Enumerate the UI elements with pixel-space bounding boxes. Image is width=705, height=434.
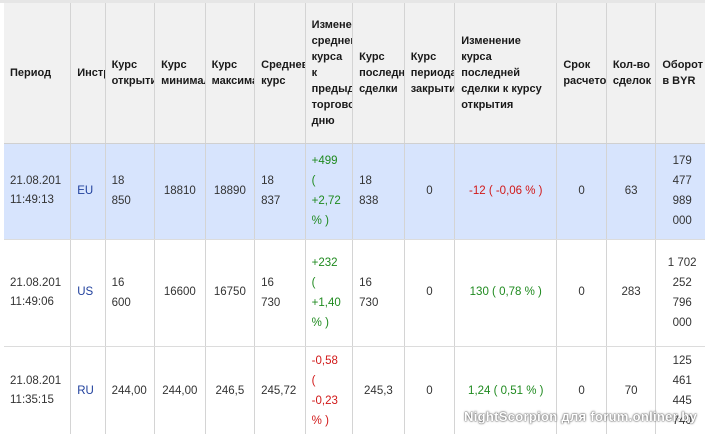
cell-avg-change: -0,58 ( -0,23 % )	[305, 346, 354, 434]
cell-close-rate: 0	[404, 143, 456, 240]
cell-deals-count: 63	[606, 143, 657, 240]
cell-avg-rate: 16 730	[254, 239, 306, 347]
table-header-row: Период Инстр Курс открыти Курс минимал К…	[4, 3, 705, 144]
cell-last-change: 130 ( 0,78 % )	[454, 239, 558, 347]
header-instrument[interactable]: Инстр	[70, 3, 106, 144]
header-last-change[interactable]: Изменение курса последней сделки к курсу…	[454, 3, 558, 144]
cell-open-rate: 244,00	[105, 346, 156, 434]
cell-last-change: -12 ( -0,06 % )	[454, 143, 558, 240]
header-open-rate[interactable]: Курс открыти	[105, 3, 156, 144]
header-deals-count[interactable]: Кол-во сделок	[606, 3, 657, 144]
cell-max-rate: 16750	[205, 239, 256, 347]
cell-min-rate: 18810	[154, 143, 206, 240]
header-close-rate[interactable]: Курс периода закрыти	[404, 3, 456, 144]
cell-close-rate: 0	[404, 239, 456, 347]
header-settlement-term[interactable]: Срок расчетов	[556, 3, 607, 144]
cell-min-rate: 244,00	[154, 346, 206, 434]
cell-turnover: 179 477 989 000	[655, 143, 705, 240]
header-avg-change[interactable]: Изменен средневз курса к предыду торгово…	[305, 3, 354, 144]
cell-open-rate: 18 850	[105, 143, 156, 240]
cell-max-rate: 18890	[205, 143, 256, 240]
cell-open-rate: 16 600	[105, 239, 156, 347]
table-row[interactable]: 21.08.201 11:49:13 EU 18 850 18810 18890 …	[4, 143, 705, 240]
cell-instrument: EU	[70, 143, 106, 240]
exchange-rates-frame: Период Инстр Курс открыти Курс минимал К…	[0, 0, 705, 434]
cell-last-rate: 245,3	[352, 346, 405, 434]
cell-turnover: 1 702 252 796 000	[655, 239, 705, 347]
cell-instrument: RU	[70, 346, 106, 434]
header-turnover[interactable]: Оборот в BYR	[655, 3, 705, 144]
cell-settlement-term: 0	[556, 239, 607, 347]
exchange-rates-table: Период Инстр Курс открыти Курс минимал К…	[4, 3, 705, 434]
cell-last-rate: 18 838	[352, 143, 405, 240]
cell-period: 21.08.201 11:49:13	[4, 143, 72, 240]
cell-last-rate: 16 730	[352, 239, 405, 347]
cell-avg-change: +232 ( +1,40 % )	[305, 239, 354, 347]
header-avg-rate[interactable]: Средневз курс	[254, 3, 306, 144]
table-row[interactable]: 21.08.201 11:49:06 US 16 600 16600 16750 …	[4, 239, 705, 347]
cell-period: 21.08.201 11:49:06	[4, 239, 72, 347]
cell-instrument: US	[70, 239, 106, 347]
cell-period: 21.08.201 11:35:15	[4, 346, 72, 434]
cell-settlement-term: 0	[556, 143, 607, 240]
cell-avg-rate: 245,72	[254, 346, 306, 434]
header-min-rate[interactable]: Курс минимал	[154, 3, 206, 144]
header-max-rate[interactable]: Курс максима	[205, 3, 256, 144]
cell-avg-rate: 18 837	[254, 143, 306, 240]
cell-max-rate: 246,5	[205, 346, 256, 434]
cell-deals-count: 283	[606, 239, 657, 347]
cell-avg-change: +499 ( +2,72 % )	[305, 143, 354, 240]
watermark-text: NightScorpion для forum.onliner.by	[464, 409, 697, 424]
header-last-rate[interactable]: Курс последн сделки	[352, 3, 405, 144]
header-period[interactable]: Период	[4, 3, 72, 144]
cell-min-rate: 16600	[154, 239, 206, 347]
cell-close-rate: 0	[404, 346, 456, 434]
